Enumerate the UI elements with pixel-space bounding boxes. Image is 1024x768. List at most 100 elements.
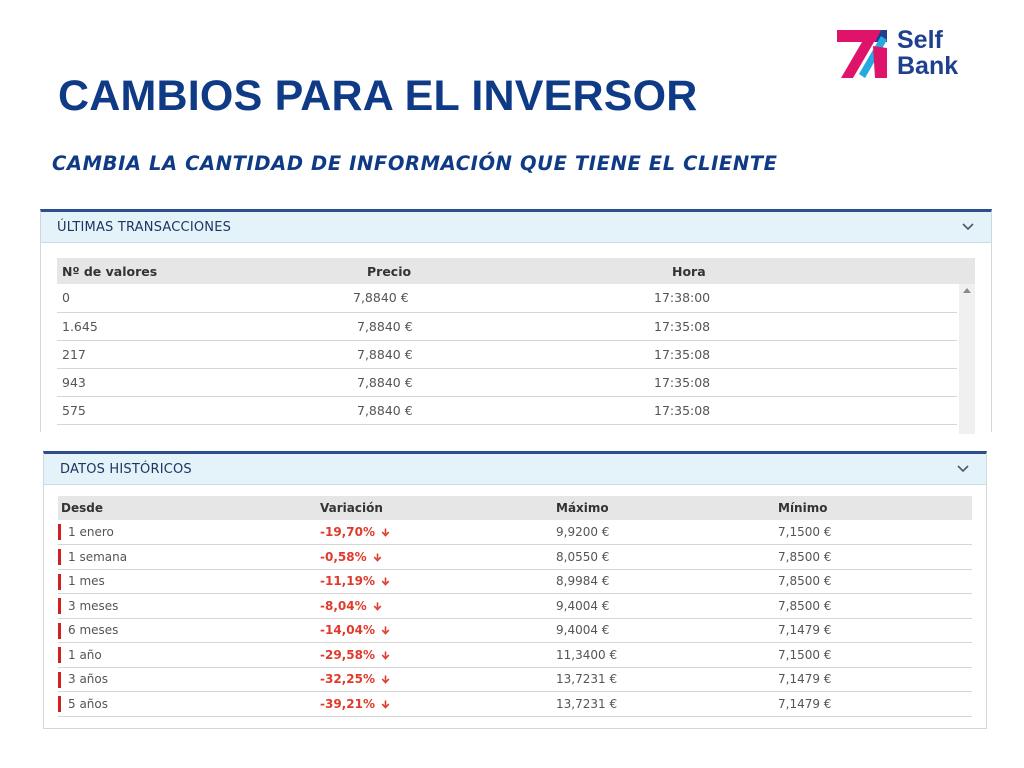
table-cell: 7,8840 € [287,312,647,341]
table-row: 0 7,8840 €17:38:00 [57,284,957,313]
table-cell: -32,25% [320,667,556,692]
negative-indicator-bar [58,598,61,614]
negative-indicator-bar [58,549,61,565]
table-cell: 7,8840 € [287,340,647,369]
table-row: 1 mes -11,19% 8,9984 €7,8500 € [58,569,972,594]
chevron-down-icon[interactable] [956,462,970,476]
arrow-down-icon [373,553,382,562]
table-cell: 1.645 [57,312,287,341]
historical-table: Desde Variación Máximo Mínimo 1 enero -19… [58,496,972,717]
table-cell: 7,8840 € [287,368,647,397]
column-header[interactable]: Nº de valores [57,258,287,284]
column-header[interactable]: Desde [58,496,320,520]
table-header-row: Desde Variación Máximo Mínimo [58,496,972,520]
transactions-panel: ÚLTIMAS TRANSACCIONES Nº de valores Prec… [40,209,992,434]
table-row: 1 enero -19,70% 9,9200 €7,1500 € [58,520,972,545]
table-cell: 3 meses [58,593,320,619]
table-cell: -29,58% [320,642,556,668]
table-cell: 8,9984 € [556,569,778,594]
table-cell: 1 mes [58,569,320,594]
scrollbar[interactable] [959,284,975,434]
table-cell: 7,8840 € [287,396,647,425]
table-cell: 575 [57,396,287,425]
table-cell: 7,1479 € [778,667,972,692]
table-header-row: Nº de valores Precio Hora [57,258,957,284]
arrow-down-icon [381,651,390,660]
self-bank-logo-icon [837,30,887,78]
table-row: 1 año -29,58% 11,3400 €7,1500 € [58,642,972,668]
table-cell: 7,8840 € [287,284,647,313]
table-cell: 943 [57,368,287,397]
table-row: 5 años -39,21% 13,7231 €7,1479 € [58,691,972,717]
table-cell: 17:38:00 [647,284,957,313]
table-cell: 7,8500 € [778,544,972,570]
table-cell: 5 años [58,691,320,717]
transactions-panel-header[interactable]: ÚLTIMAS TRANSACCIONES [41,212,991,243]
transactions-table-wrap: Nº de valores Precio Hora 0 7,8840 €17:38… [57,258,975,434]
arrow-down-icon [373,602,382,611]
table-cell: 17:35:08 [647,340,957,369]
table-cell: 7,8500 € [778,593,972,619]
table-cell: 3 años [58,667,320,692]
logo-text-self: Self [897,26,943,54]
table-row: 1 semana -0,58% 8,0550 €7,8500 € [58,544,972,570]
table-cell: -14,04% [320,618,556,643]
historical-panel-header[interactable]: DATOS HISTÓRICOS [44,454,986,485]
negative-indicator-bar [58,671,61,688]
negative-indicator-bar [58,696,61,712]
logo-text-bank: Bank [897,52,959,80]
arrow-down-icon [381,528,390,537]
arrow-down-icon [381,675,390,685]
table-cell: 217 [57,340,287,369]
slide-title: CAMBIOS PARA EL INVERSOR [58,72,698,120]
table-cell: 0 [57,284,287,313]
table-cell: 1 año [58,642,320,668]
table-row: 1.645 7,8840 €17:35:08 [57,312,957,341]
table-row: 943 7,8840 €17:35:08 [57,368,957,397]
transactions-table: Nº de valores Precio Hora 0 7,8840 €17:38… [57,258,957,425]
table-cell: 6 meses [58,618,320,643]
column-header[interactable]: Mínimo [778,496,972,520]
table-cell: 1 semana [58,544,320,570]
table-cell: 13,7231 € [556,667,778,692]
table-cell: 13,7231 € [556,691,778,717]
table-cell: 7,1479 € [778,691,972,717]
table-cell: 7,1500 € [778,642,972,668]
table-cell: 8,0550 € [556,544,778,570]
table-cell: 9,9200 € [556,520,778,545]
historical-panel: DATOS HISTÓRICOS Desde Variación Máximo … [43,451,987,729]
negative-indicator-bar [58,524,61,540]
arrow-down-icon [381,577,390,587]
historical-panel-title: DATOS HISTÓRICOS [60,461,192,477]
self-bank-logo: Self Bank [835,28,975,84]
table-cell: -11,19% [320,569,556,594]
column-header[interactable]: Hora [647,258,957,284]
table-cell: 7,8500 € [778,569,972,594]
negative-indicator-bar [58,622,61,639]
table-row: 3 años -32,25% 13,7231 €7,1479 € [58,667,972,692]
arrow-down-icon [381,626,390,636]
table-cell: 11,3400 € [556,642,778,668]
table-row: 6 meses -14,04% 9,4004 €7,1479 € [58,618,972,643]
table-cell: 1 enero [58,520,320,545]
slide-subtitle: CAMBIA LA CANTIDAD DE INFORMACIÓN QUE TI… [52,152,778,175]
transactions-panel-title: ÚLTIMAS TRANSACCIONES [57,219,232,235]
table-cell: 9,4004 € [556,593,778,619]
table-cell: 17:35:08 [647,312,957,341]
table-row: 3 meses -8,04% 9,4004 €7,8500 € [58,593,972,619]
table-cell: 7,1479 € [778,618,972,643]
scroll-up-icon[interactable] [963,288,971,293]
table-cell: 7,1500 € [778,520,972,545]
table-cell: -8,04% [320,593,556,619]
negative-indicator-bar [58,647,61,663]
negative-indicator-bar [58,573,61,590]
arrow-down-icon [381,700,390,709]
table-cell: -0,58% [320,544,556,570]
column-header[interactable]: Máximo [556,496,778,520]
table-cell: 17:35:08 [647,368,957,397]
column-header[interactable]: Precio [287,258,647,284]
table-cell: -19,70% [320,520,556,545]
table-cell: -39,21% [320,691,556,717]
chevron-down-icon[interactable] [961,220,975,234]
column-header[interactable]: Variación [320,496,556,520]
